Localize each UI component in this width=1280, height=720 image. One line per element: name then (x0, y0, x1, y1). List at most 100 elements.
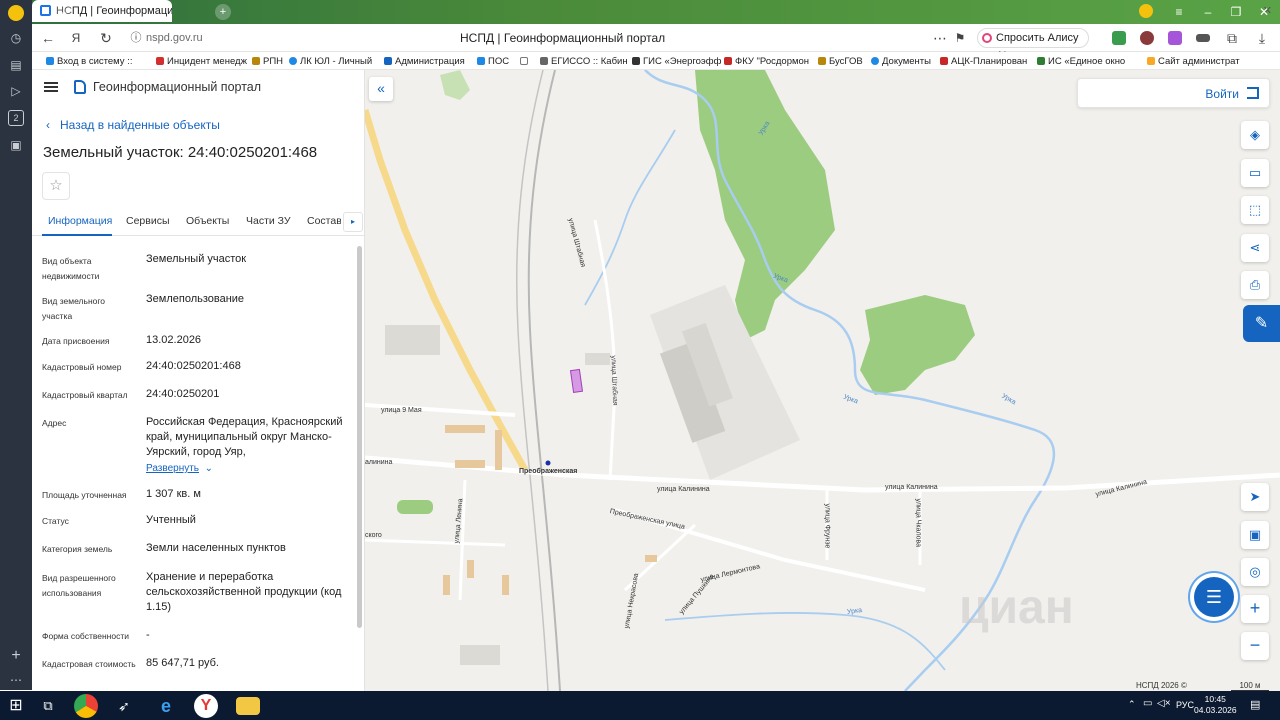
street-label: улица Калинина (885, 484, 938, 491)
tray-chevron-icon[interactable]: ⌃ (1128, 699, 1136, 710)
tab-services[interactable]: Сервисы (126, 215, 170, 227)
select-area-icon[interactable]: ⬚ (1241, 196, 1269, 224)
bookmark-item[interactable]: ПОС (477, 55, 509, 68)
watermark-text: циан (959, 581, 1074, 634)
notes-icon[interactable]: ▤ (8, 57, 24, 73)
field-value: Хранение и переработка сельскохозяйствен… (146, 571, 342, 613)
collections-icon[interactable]: ⧉ (1224, 30, 1240, 46)
edge-icon[interactable]: e (154, 694, 178, 718)
history-icon[interactable]: ◷ (8, 30, 24, 46)
login-icon (1247, 87, 1259, 99)
media-icon[interactable]: ▷ (8, 83, 24, 99)
bookmark-item[interactable]: ФКУ "Росдормон (724, 55, 809, 68)
hamburger-menu-icon[interactable] (44, 82, 58, 92)
map-canvas[interactable]: улица 9 Мая улица Штабная улица Штабная … (365, 70, 1280, 691)
more-options-icon[interactable]: ⋯ (932, 30, 948, 46)
ask-alice-button[interactable]: Спросить Алису AI (977, 28, 1089, 62)
bookmark-item[interactable]: Вход в систему :: (46, 55, 132, 68)
alice-icon (982, 33, 992, 43)
workspace-2-icon[interactable]: 2 (8, 110, 24, 126)
bookmark-item[interactable]: РПН (252, 55, 283, 68)
share-icon[interactable]: ⋖ (1241, 234, 1269, 262)
building (495, 430, 502, 470)
profile-icon[interactable] (8, 5, 24, 21)
bookmark-item[interactable] (520, 55, 531, 68)
bookmark-item[interactable]: БусГОВ (818, 55, 863, 68)
zoom-out-button[interactable]: − (1241, 632, 1269, 660)
site-info-icon[interactable]: ⓘ (128, 30, 144, 46)
screenshot-icon[interactable]: ▣ (8, 137, 24, 153)
yandex-icon[interactable]: Я (68, 30, 84, 46)
menu-icon[interactable]: ≡ (1169, 3, 1189, 21)
building (385, 325, 440, 355)
bookmark-item[interactable]: ИС «Единое окно (1037, 55, 1125, 68)
bookmark-item[interactable]: ГИС «Энергоэфф (632, 55, 721, 68)
input-language[interactable]: РУС (1176, 700, 1194, 710)
field-value: 1 307 кв. м (146, 488, 201, 500)
minimap-icon[interactable]: ▣ (1241, 521, 1269, 549)
tabs-scroll-right-icon[interactable]: ▸ (343, 212, 363, 232)
bookmark-item[interactable]: ЕГИССО :: Кабин (540, 55, 628, 68)
print-icon[interactable]: ⎙ (1241, 271, 1269, 299)
back-to-results-link[interactable]: ‹ Назад в найденные объекты (46, 118, 220, 132)
panel-scrollbar[interactable] (357, 246, 362, 628)
building (455, 460, 485, 468)
app-bird-icon[interactable]: ➶ (112, 694, 136, 718)
ext-pen-icon[interactable] (1168, 31, 1182, 45)
tab-information[interactable]: Информация (48, 215, 112, 227)
zoom-in-button[interactable]: + (1241, 595, 1269, 623)
map-settings-icon[interactable]: ◎ (1241, 558, 1269, 586)
favorite-star-icon[interactable]: ☆ (42, 172, 70, 200)
portal-name[interactable]: Геоинформационный портал (93, 80, 261, 94)
bookmark-item[interactable]: ЛК ЮЛ - Личный (289, 55, 372, 68)
system-clock[interactable]: 10:45 04.03.2026 (1194, 694, 1237, 716)
bookmark-item[interactable]: Инцидент менедж (156, 55, 247, 68)
add-panel-icon[interactable]: + (8, 648, 24, 664)
reload-icon[interactable]: ↻ (98, 30, 114, 46)
layers-icon[interactable]: ◈ (1241, 121, 1269, 149)
new-tab-button[interactable]: + (215, 4, 231, 20)
bookmark-item[interactable]: Администрация (384, 55, 465, 68)
more-icon[interactable]: ⋯ (8, 672, 24, 688)
yandex-browser-icon[interactable]: Y (194, 694, 218, 718)
start-icon[interactable]: ⊞ (4, 694, 28, 718)
network-icon[interactable]: ▭ (1143, 698, 1152, 709)
chrome-icon[interactable] (74, 694, 98, 718)
volume-icon[interactable]: ◁× (1157, 698, 1171, 709)
ruler-icon[interactable]: ▭ (1241, 159, 1269, 187)
tab-parts[interactable]: Части ЗУ (246, 215, 291, 227)
task-view-icon[interactable]: ⧉ (36, 694, 60, 718)
login-button[interactable]: Войти (1077, 78, 1270, 108)
download-icon[interactable]: ⤓ (1254, 30, 1270, 46)
bookmark-item[interactable]: АЦК-Планирован (940, 55, 1027, 68)
close-window-icon[interactable]: ✕ (1254, 3, 1274, 21)
expand-address-link[interactable]: Развернуть ⌄ (146, 463, 213, 474)
ext-green-icon[interactable] (1112, 31, 1126, 45)
active-tab-indicator (42, 234, 112, 236)
building (645, 555, 657, 562)
geolocation-icon[interactable]: ➤ (1241, 483, 1269, 511)
ext-dark-icon[interactable] (1196, 34, 1210, 42)
minimize-icon[interactable]: – (1198, 3, 1218, 21)
restore-icon[interactable]: ❐ (1226, 3, 1246, 21)
services-panel-icon[interactable]: ✎ (1243, 305, 1280, 342)
extension-icon[interactable] (1139, 4, 1153, 18)
object-info-panel: Геоинформационный портал ‹ Назад в найде… (32, 70, 365, 691)
tab-objects[interactable]: Объекты (186, 215, 229, 227)
bookmark-icon[interactable]: ⚑ (952, 30, 968, 46)
file-explorer-icon[interactable] (236, 697, 260, 715)
tab-composition[interactable]: Состав (307, 215, 341, 227)
windows-taskbar: ⊞ ⧉ ➶ e Y ⌃ ▭ ◁× РУС 10:45 04.03.2026 ▤ (0, 691, 1280, 720)
building (445, 425, 485, 433)
page-title: НСПД | Геоинформационный портал (460, 31, 666, 45)
chevron-down-icon[interactable]: ⌄ (57, 3, 71, 21)
chat-support-icon[interactable]: ☰ (1194, 577, 1234, 617)
back-icon[interactable]: ← (40, 30, 56, 46)
bookmark-item[interactable]: Документы (871, 55, 931, 68)
notifications-icon[interactable]: ▤ (1250, 698, 1260, 711)
collapse-panel-icon[interactable]: « (369, 77, 393, 101)
url-text[interactable]: nspd.gov.ru (146, 32, 203, 44)
field-label: Статус (42, 516, 69, 526)
bookmark-item[interactable]: Сайт администрат (1147, 55, 1240, 68)
ext-avatar-icon[interactable] (1140, 31, 1154, 45)
